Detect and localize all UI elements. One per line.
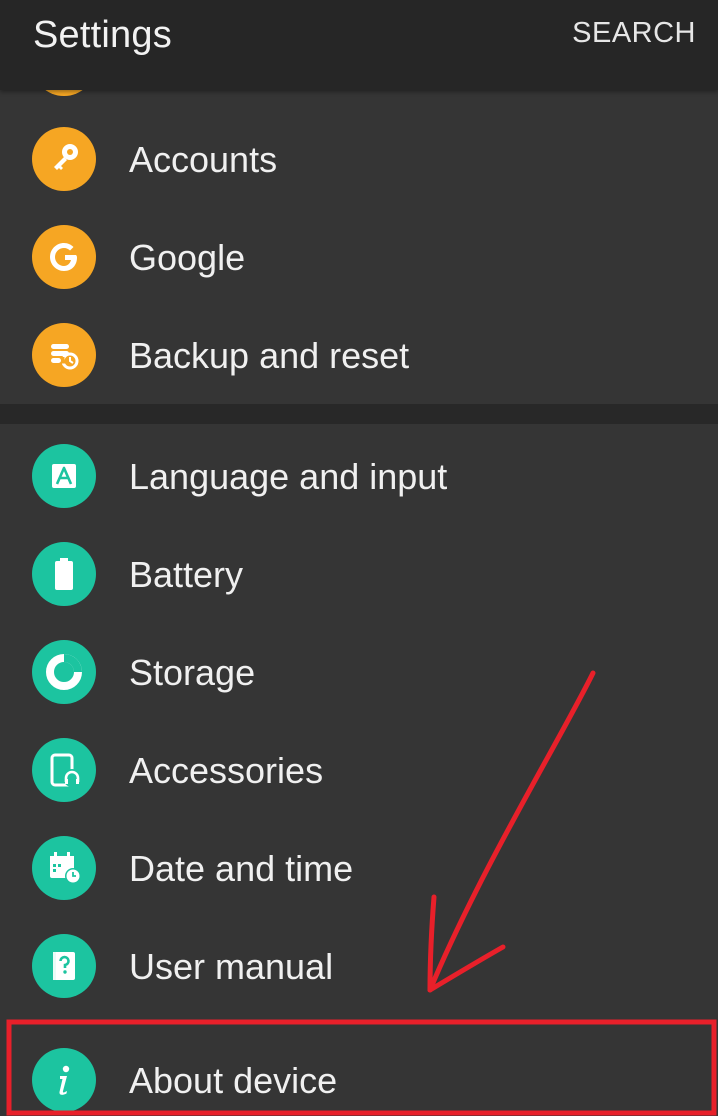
- key-icon: [32, 127, 96, 191]
- settings-item-google[interactable]: Google: [0, 208, 718, 306]
- settings-item-label: Date and time: [129, 848, 354, 889]
- app-bar: Settings SEARCH: [0, 0, 718, 90]
- settings-item-accounts[interactable]: Accounts: [0, 110, 718, 208]
- help-book-icon: [32, 934, 96, 998]
- settings-item-storage[interactable]: Storage: [0, 623, 718, 721]
- settings-item-about-device[interactable]: About device: [0, 1031, 718, 1116]
- settings-item-label: User manual: [129, 946, 334, 987]
- settings-item-user-manual[interactable]: User manual: [0, 917, 718, 1015]
- accessories-headphone-icon: [32, 738, 96, 802]
- settings-item-label: Accessories: [129, 750, 324, 791]
- settings-item-label: About device: [129, 1060, 338, 1101]
- calendar-clock-icon: [32, 836, 96, 900]
- info-icon: [32, 1048, 96, 1112]
- group-divider: [0, 404, 718, 424]
- settings-item-date-and-time[interactable]: Date and time: [0, 819, 718, 917]
- language-a-icon: [32, 444, 96, 508]
- settings-item-label: Google: [129, 237, 246, 278]
- settings-group-2: Language and input Battery Storage Acces…: [0, 424, 718, 1116]
- search-button[interactable]: SEARCH: [572, 17, 696, 50]
- settings-item-label: Battery: [129, 554, 244, 595]
- battery-icon: [32, 542, 96, 606]
- google-g-icon: [32, 225, 96, 289]
- page-title: Settings: [33, 14, 172, 56]
- settings-item-backup-and-reset[interactable]: Backup and reset: [0, 306, 718, 404]
- settings-screen: Settings SEARCH Accounts Google Backup a…: [0, 0, 718, 1116]
- settings-item-label: Backup and reset: [129, 335, 410, 376]
- settings-item-label: Accounts: [129, 139, 278, 180]
- backup-restore-icon: [32, 323, 96, 387]
- settings-item-battery[interactable]: Battery: [0, 525, 718, 623]
- settings-item-accessories[interactable]: Accessories: [0, 721, 718, 819]
- settings-item-label: Language and input: [129, 456, 448, 497]
- settings-group-1: Accounts Google Backup and reset: [0, 90, 718, 404]
- settings-item-label: Storage: [129, 652, 256, 693]
- storage-pie-icon: [32, 640, 96, 704]
- settings-item-language-and-input[interactable]: Language and input: [0, 427, 718, 525]
